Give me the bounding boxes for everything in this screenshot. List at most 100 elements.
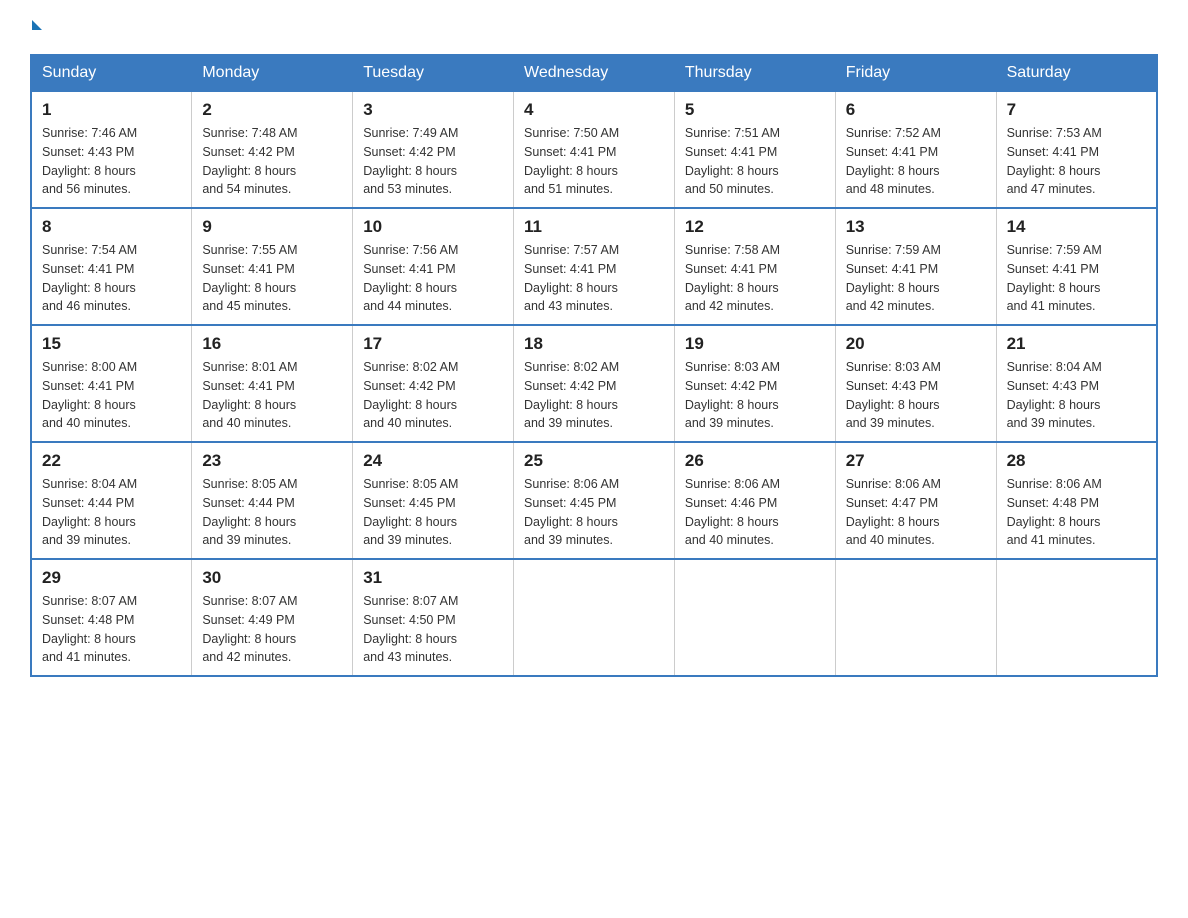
- col-header-sunday: Sunday: [31, 55, 192, 91]
- day-number: 22: [42, 451, 181, 471]
- day-number: 19: [685, 334, 825, 354]
- day-info: Sunrise: 8:05 AMSunset: 4:44 PMDaylight:…: [202, 475, 342, 550]
- day-number: 9: [202, 217, 342, 237]
- calendar-week-row: 29 Sunrise: 8:07 AMSunset: 4:48 PMDayligh…: [31, 559, 1157, 676]
- calendar-cell: 10 Sunrise: 7:56 AMSunset: 4:41 PMDayligh…: [353, 208, 514, 325]
- calendar-cell: 4 Sunrise: 7:50 AMSunset: 4:41 PMDaylight…: [514, 91, 675, 208]
- calendar-cell: 19 Sunrise: 8:03 AMSunset: 4:42 PMDayligh…: [674, 325, 835, 442]
- day-number: 16: [202, 334, 342, 354]
- day-info: Sunrise: 7:50 AMSunset: 4:41 PMDaylight:…: [524, 124, 664, 199]
- day-info: Sunrise: 7:53 AMSunset: 4:41 PMDaylight:…: [1007, 124, 1146, 199]
- calendar-cell: 22 Sunrise: 8:04 AMSunset: 4:44 PMDayligh…: [31, 442, 192, 559]
- day-number: 29: [42, 568, 181, 588]
- day-info: Sunrise: 7:51 AMSunset: 4:41 PMDaylight:…: [685, 124, 825, 199]
- calendar-cell: 9 Sunrise: 7:55 AMSunset: 4:41 PMDaylight…: [192, 208, 353, 325]
- logo-text: [30, 20, 42, 34]
- day-number: 18: [524, 334, 664, 354]
- day-number: 7: [1007, 100, 1146, 120]
- day-info: Sunrise: 8:03 AMSunset: 4:42 PMDaylight:…: [685, 358, 825, 433]
- calendar-cell: 26 Sunrise: 8:06 AMSunset: 4:46 PMDayligh…: [674, 442, 835, 559]
- day-info: Sunrise: 8:02 AMSunset: 4:42 PMDaylight:…: [363, 358, 503, 433]
- day-number: 17: [363, 334, 503, 354]
- day-number: 26: [685, 451, 825, 471]
- day-info: Sunrise: 8:06 AMSunset: 4:48 PMDaylight:…: [1007, 475, 1146, 550]
- calendar-cell: 7 Sunrise: 7:53 AMSunset: 4:41 PMDaylight…: [996, 91, 1157, 208]
- day-number: 24: [363, 451, 503, 471]
- day-number: 4: [524, 100, 664, 120]
- calendar-cell: 17 Sunrise: 8:02 AMSunset: 4:42 PMDayligh…: [353, 325, 514, 442]
- day-number: 27: [846, 451, 986, 471]
- calendar-cell: 11 Sunrise: 7:57 AMSunset: 4:41 PMDayligh…: [514, 208, 675, 325]
- day-number: 14: [1007, 217, 1146, 237]
- day-info: Sunrise: 8:07 AMSunset: 4:50 PMDaylight:…: [363, 592, 503, 667]
- calendar-header-row: SundayMondayTuesdayWednesdayThursdayFrid…: [31, 55, 1157, 91]
- day-number: 11: [524, 217, 664, 237]
- logo-triangle-icon: [32, 20, 42, 30]
- calendar-week-row: 1 Sunrise: 7:46 AMSunset: 4:43 PMDaylight…: [31, 91, 1157, 208]
- calendar-cell: [674, 559, 835, 676]
- day-number: 1: [42, 100, 181, 120]
- day-info: Sunrise: 8:06 AMSunset: 4:46 PMDaylight:…: [685, 475, 825, 550]
- day-info: Sunrise: 7:48 AMSunset: 4:42 PMDaylight:…: [202, 124, 342, 199]
- day-number: 25: [524, 451, 664, 471]
- calendar-cell: 5 Sunrise: 7:51 AMSunset: 4:41 PMDaylight…: [674, 91, 835, 208]
- logo: [30, 20, 42, 34]
- day-info: Sunrise: 8:00 AMSunset: 4:41 PMDaylight:…: [42, 358, 181, 433]
- day-number: 13: [846, 217, 986, 237]
- day-number: 3: [363, 100, 503, 120]
- col-header-monday: Monday: [192, 55, 353, 91]
- day-number: 31: [363, 568, 503, 588]
- day-info: Sunrise: 7:57 AMSunset: 4:41 PMDaylight:…: [524, 241, 664, 316]
- calendar-cell: [996, 559, 1157, 676]
- day-info: Sunrise: 7:59 AMSunset: 4:41 PMDaylight:…: [846, 241, 986, 316]
- day-number: 15: [42, 334, 181, 354]
- day-info: Sunrise: 8:02 AMSunset: 4:42 PMDaylight:…: [524, 358, 664, 433]
- day-info: Sunrise: 7:46 AMSunset: 4:43 PMDaylight:…: [42, 124, 181, 199]
- calendar-cell: 14Sunrise: 7:59 AMSunset: 4:41 PMDayligh…: [996, 208, 1157, 325]
- calendar-cell: 6Sunrise: 7:52 AMSunset: 4:41 PMDaylight…: [835, 91, 996, 208]
- calendar-cell: 13 Sunrise: 7:59 AMSunset: 4:41 PMDayligh…: [835, 208, 996, 325]
- day-number: 12: [685, 217, 825, 237]
- calendar-cell: 8Sunrise: 7:54 AMSunset: 4:41 PMDaylight…: [31, 208, 192, 325]
- day-number: 10: [363, 217, 503, 237]
- calendar-cell: 20 Sunrise: 8:03 AMSunset: 4:43 PMDayligh…: [835, 325, 996, 442]
- calendar-cell: 25 Sunrise: 8:06 AMSunset: 4:45 PMDayligh…: [514, 442, 675, 559]
- day-info: Sunrise: 7:55 AMSunset: 4:41 PMDaylight:…: [202, 241, 342, 316]
- calendar-cell: 30 Sunrise: 8:07 AMSunset: 4:49 PMDayligh…: [192, 559, 353, 676]
- day-info: Sunrise: 8:07 AMSunset: 4:49 PMDaylight:…: [202, 592, 342, 667]
- calendar-cell: 1 Sunrise: 7:46 AMSunset: 4:43 PMDaylight…: [31, 91, 192, 208]
- day-info: Sunrise: 8:04 AMSunset: 4:44 PMDaylight:…: [42, 475, 181, 550]
- day-info: Sunrise: 8:04 AMSunset: 4:43 PMDaylight:…: [1007, 358, 1146, 433]
- day-info: Sunrise: 8:01 AMSunset: 4:41 PMDaylight:…: [202, 358, 342, 433]
- day-info: Sunrise: 8:03 AMSunset: 4:43 PMDaylight:…: [846, 358, 986, 433]
- calendar-cell: 27 Sunrise: 8:06 AMSunset: 4:47 PMDayligh…: [835, 442, 996, 559]
- calendar-cell: 24 Sunrise: 8:05 AMSunset: 4:45 PMDayligh…: [353, 442, 514, 559]
- calendar-cell: 31 Sunrise: 8:07 AMSunset: 4:50 PMDayligh…: [353, 559, 514, 676]
- day-info: Sunrise: 7:56 AMSunset: 4:41 PMDaylight:…: [363, 241, 503, 316]
- calendar-cell: 28 Sunrise: 8:06 AMSunset: 4:48 PMDayligh…: [996, 442, 1157, 559]
- calendar-week-row: 8Sunrise: 7:54 AMSunset: 4:41 PMDaylight…: [31, 208, 1157, 325]
- calendar-cell: 2 Sunrise: 7:48 AMSunset: 4:42 PMDaylight…: [192, 91, 353, 208]
- col-header-tuesday: Tuesday: [353, 55, 514, 91]
- day-info: Sunrise: 8:05 AMSunset: 4:45 PMDaylight:…: [363, 475, 503, 550]
- day-number: 28: [1007, 451, 1146, 471]
- day-info: Sunrise: 8:07 AMSunset: 4:48 PMDaylight:…: [42, 592, 181, 667]
- calendar-table: SundayMondayTuesdayWednesdayThursdayFrid…: [30, 54, 1158, 677]
- day-info: Sunrise: 8:06 AMSunset: 4:47 PMDaylight:…: [846, 475, 986, 550]
- calendar-cell: [835, 559, 996, 676]
- day-number: 30: [202, 568, 342, 588]
- day-info: Sunrise: 8:06 AMSunset: 4:45 PMDaylight:…: [524, 475, 664, 550]
- day-number: 5: [685, 100, 825, 120]
- calendar-cell: 29 Sunrise: 8:07 AMSunset: 4:48 PMDayligh…: [31, 559, 192, 676]
- col-header-wednesday: Wednesday: [514, 55, 675, 91]
- day-number: 6: [846, 100, 986, 120]
- calendar-cell: 21Sunrise: 8:04 AMSunset: 4:43 PMDayligh…: [996, 325, 1157, 442]
- calendar-cell: 23 Sunrise: 8:05 AMSunset: 4:44 PMDayligh…: [192, 442, 353, 559]
- calendar-week-row: 22 Sunrise: 8:04 AMSunset: 4:44 PMDayligh…: [31, 442, 1157, 559]
- day-number: 23: [202, 451, 342, 471]
- calendar-cell: 15 Sunrise: 8:00 AMSunset: 4:41 PMDayligh…: [31, 325, 192, 442]
- day-number: 20: [846, 334, 986, 354]
- day-number: 8: [42, 217, 181, 237]
- day-number: 2: [202, 100, 342, 120]
- calendar-cell: 16 Sunrise: 8:01 AMSunset: 4:41 PMDayligh…: [192, 325, 353, 442]
